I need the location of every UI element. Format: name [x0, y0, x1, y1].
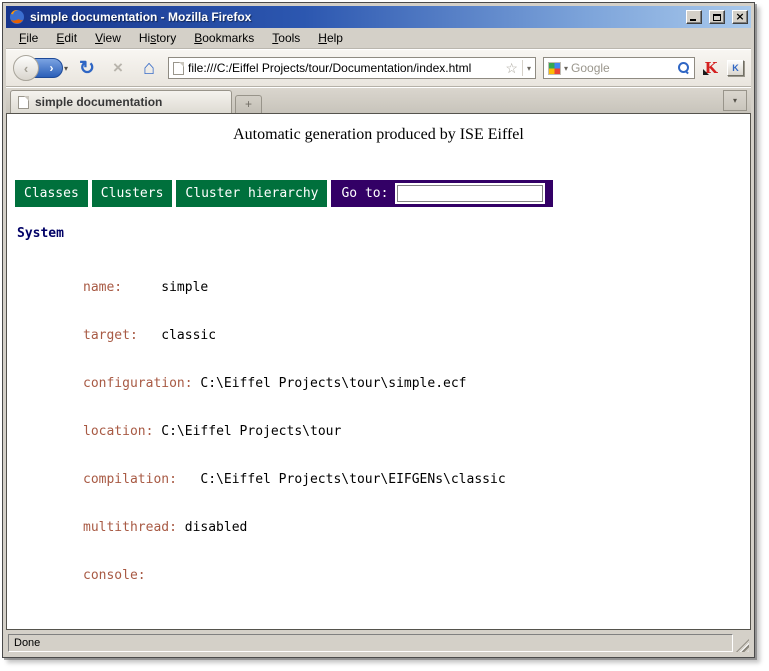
property-value: C:\Eiffel Projects\tour\simple.ecf [200, 376, 466, 391]
forward-icon: › [50, 61, 54, 75]
clusters-button-top[interactable]: Clusters [92, 180, 173, 207]
new-tab-button[interactable]: + [235, 95, 262, 113]
menu-file[interactable]: File [10, 29, 47, 47]
property-value: C:\Eiffel Projects\tour [161, 424, 341, 439]
menu-view[interactable]: View [86, 29, 130, 47]
kaspersky-icon: K [704, 59, 717, 77]
bookmark-star-icon[interactable]: ☆ [505, 61, 518, 75]
chevron-down-icon: ▾ [64, 64, 68, 73]
status-bar: Done [6, 630, 751, 654]
system-row-target: target: classic [83, 328, 750, 344]
minimize-icon [690, 19, 696, 21]
k-key-icon: K [732, 63, 739, 73]
maximize-button[interactable] [709, 10, 725, 24]
url-bar: ☆ ▾ [168, 57, 536, 79]
reload-button[interactable]: ↻ [75, 55, 99, 81]
cluster-hierarchy-button-top[interactable]: Cluster hierarchy [176, 180, 327, 207]
list-all-tabs-button[interactable]: ▾ [723, 90, 747, 111]
back-button[interactable]: ‹ [13, 55, 39, 81]
property-label: target: [83, 328, 161, 343]
url-input[interactable] [188, 61, 501, 75]
search-box: ▾ [543, 57, 695, 79]
system-row-multithread: multithread: disabled [83, 520, 750, 536]
system-row-configuration: configuration: C:\Eiffel Projects\tour\s… [83, 376, 750, 392]
tab-label: simple documentation [35, 95, 162, 109]
page-content: Automatic generation produced by ISE Eif… [6, 113, 751, 630]
system-row-location: location: C:\Eiffel Projects\tour [83, 424, 750, 440]
firefox-icon [9, 9, 25, 25]
close-icon: × [735, 12, 744, 22]
menu-history[interactable]: History [130, 29, 185, 47]
property-label: multithread: [83, 520, 185, 535]
menu-help[interactable]: Help [309, 29, 352, 47]
property-value: classic [161, 328, 216, 343]
browser-window: simple documentation - Mozilla Firefox ×… [2, 2, 755, 658]
property-label: console: [83, 568, 146, 583]
resize-grip[interactable] [736, 639, 749, 652]
system-properties: name: simple target: classic configurati… [83, 248, 750, 616]
history-dropdown-button[interactable]: ▾ [64, 64, 68, 73]
stop-icon: × [113, 58, 123, 78]
home-button[interactable]: ⌂ [137, 55, 161, 81]
property-label: name: [83, 280, 161, 295]
menu-tools[interactable]: Tools [263, 29, 309, 47]
system-heading: System [17, 226, 750, 241]
goto-block-top: Go to: [331, 180, 553, 207]
system-row-console: console: [83, 568, 750, 584]
top-nav-buttons: Classes Clusters Cluster hierarchy Go to… [15, 180, 750, 207]
property-value: simple [161, 280, 208, 295]
plus-icon: + [245, 97, 252, 111]
system-row-compilation: compilation: C:\Eiffel Projects\tour\EIF… [83, 472, 750, 488]
home-icon: ⌂ [143, 57, 155, 80]
page-icon [18, 96, 29, 109]
classes-button-top[interactable]: Classes [15, 180, 88, 207]
property-value: C:\Eiffel Projects\tour\EIFGENs\classic [200, 472, 505, 487]
kaspersky-addon-button[interactable]: K [702, 59, 720, 77]
url-dropdown-button[interactable]: ▾ [522, 60, 531, 76]
property-label: location: [83, 424, 161, 439]
minimize-button[interactable] [686, 10, 702, 24]
search-input[interactable] [571, 61, 675, 75]
goto-input-top[interactable] [397, 185, 543, 202]
navigation-toolbar: ‹ › ▾ ↻ × ⌂ ☆ ▾ ▾ K K [6, 49, 751, 87]
stop-button[interactable]: × [106, 55, 130, 81]
property-label: compilation: [83, 472, 200, 487]
reload-icon: ↻ [79, 57, 95, 80]
close-button[interactable]: × [732, 10, 748, 24]
google-engine-icon[interactable] [548, 62, 561, 75]
menu-edit[interactable]: Edit [47, 29, 86, 47]
keyboard-addon-button[interactable]: K [727, 60, 744, 76]
back-forward-group: ‹ › ▾ [13, 55, 68, 81]
window-title: simple documentation - Mozilla Firefox [30, 10, 679, 24]
search-icon[interactable] [678, 62, 690, 74]
chevron-down-icon: ▾ [527, 64, 531, 73]
chevron-down-icon: ▾ [733, 96, 737, 105]
tab-bar: simple documentation + ▾ [6, 87, 751, 113]
system-row-name: name: simple [83, 280, 750, 296]
tab-simple-documentation[interactable]: simple documentation [10, 90, 232, 113]
maximize-icon [713, 14, 721, 21]
property-label: configuration: [83, 376, 200, 391]
doc-header: Automatic generation produced by ISE Eif… [7, 126, 750, 144]
status-text: Done [8, 634, 733, 652]
back-icon: ‹ [24, 61, 28, 76]
menu-bookmarks[interactable]: Bookmarks [185, 29, 263, 47]
property-value: disabled [185, 520, 248, 535]
chevron-down-icon: ▾ [564, 64, 568, 73]
menu-bar: File Edit View History Bookmarks Tools H… [6, 28, 751, 49]
goto-label: Go to: [341, 186, 388, 201]
search-engine-dropdown[interactable]: ▾ [564, 64, 568, 73]
title-bar[interactable]: simple documentation - Mozilla Firefox × [6, 6, 751, 28]
page-icon [173, 62, 184, 75]
